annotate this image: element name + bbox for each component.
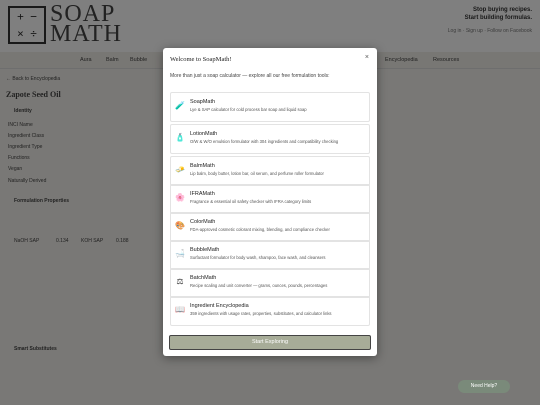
tool-name: ColorMath	[190, 219, 216, 225]
tool-iframath[interactable]: 🌸 IFRAMath Fragrance & essential oil saf…	[170, 184, 370, 214]
book-icon: 📖	[175, 305, 185, 314]
flower-icon: 🌸	[175, 193, 185, 202]
tool-name: LotionMath	[190, 131, 218, 137]
tool-encyclopedia[interactable]: 📖 Ingredient Encyclopedia 359 ingredient…	[170, 296, 370, 326]
tool-desc: Recipe scaling and unit converter — gram…	[190, 283, 328, 288]
modal-subtitle: More than just a soap calculator — explo…	[170, 73, 330, 79]
tool-balmmath[interactable]: 🧈 BalmMath Lip balm, body butter, lotion…	[170, 156, 370, 186]
modal-title: Welcome to SoapMath!	[170, 56, 232, 63]
tool-bubblemath[interactable]: 🛁 BubbleMath Surfactant formulator for b…	[170, 240, 370, 270]
tool-desc: FDA-approved cosmetic colorant mixing, b…	[190, 227, 330, 232]
welcome-modal: Welcome to SoapMath! × More than just a …	[163, 48, 377, 356]
tool-name: BalmMath	[190, 163, 215, 169]
tool-name: BubbleMath	[190, 247, 220, 253]
tool-name: IFRAMath	[190, 191, 215, 197]
balm-icon: 🧈	[175, 165, 185, 174]
tool-desc: Lye & SAP calculator for cold process ba…	[190, 107, 307, 112]
bathtub-icon: 🛁	[175, 249, 185, 258]
palette-icon: 🎨	[175, 221, 185, 230]
tool-soapmath[interactable]: 🧪 SoapMath Lye & SAP calculator for cold…	[170, 92, 370, 122]
tool-colormath[interactable]: 🎨 ColorMath FDA-approved cosmetic colora…	[170, 212, 370, 242]
close-icon[interactable]: ×	[365, 54, 369, 61]
tool-desc: Surfactant formulator for body wash, sha…	[190, 255, 326, 260]
tool-name: Ingredient Encyclopedia	[190, 303, 249, 309]
start-exploring-button[interactable]: Start Exploring	[169, 335, 371, 350]
tool-name: BatchMath	[190, 275, 217, 281]
tool-lotionmath[interactable]: 🧴 LotionMath O/W & W/O emulsion formulat…	[170, 124, 370, 154]
tool-batchmath[interactable]: ⚖ BatchMath Recipe scaling and unit conv…	[170, 268, 370, 298]
tool-desc: Fragrance & essential oil safety checker…	[190, 199, 312, 204]
test-tube-icon: 🧪	[175, 101, 185, 110]
lotion-bottle-icon: 🧴	[175, 133, 185, 142]
help-chat-button[interactable]: Need Help?	[458, 380, 510, 393]
tool-desc: Lip balm, body butter, lotion bar, oil s…	[190, 171, 324, 176]
scale-icon: ⚖	[176, 277, 184, 286]
tool-name: SoapMath	[190, 99, 216, 105]
tool-desc: O/W & W/O emulsion formulator with 304 i…	[190, 139, 339, 144]
tool-desc: 359 ingredients with usage rates, proper…	[190, 311, 332, 316]
